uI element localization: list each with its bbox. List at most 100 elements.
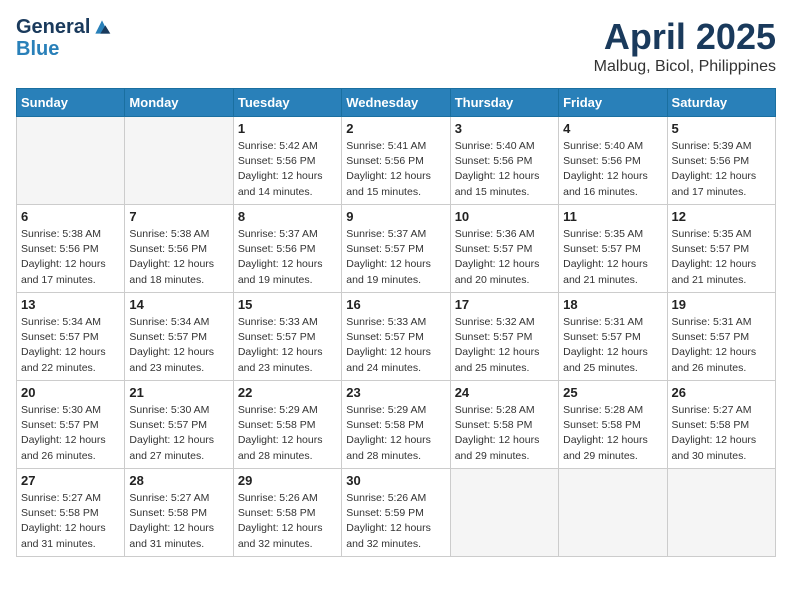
day-number: 11 <box>563 209 662 224</box>
day-detail: Sunrise: 5:38 AMSunset: 5:56 PMDaylight:… <box>129 227 228 288</box>
week-row-1: 1 Sunrise: 5:42 AMSunset: 5:56 PMDaylight… <box>17 117 776 205</box>
logo-icon <box>92 17 112 37</box>
location: Malbug, Bicol, Philippines <box>594 58 776 76</box>
day-detail: Sunrise: 5:29 AMSunset: 5:58 PMDaylight:… <box>346 403 445 464</box>
day-detail: Sunrise: 5:32 AMSunset: 5:57 PMDaylight:… <box>455 315 554 376</box>
day-detail: Sunrise: 5:27 AMSunset: 5:58 PMDaylight:… <box>672 403 771 464</box>
day-number: 30 <box>346 473 445 488</box>
calendar-cell: 1 Sunrise: 5:42 AMSunset: 5:56 PMDaylight… <box>233 117 341 205</box>
day-number: 18 <box>563 297 662 312</box>
calendar-cell: 3Sunrise: 5:40 AMSunset: 5:56 PMDaylight… <box>450 117 558 205</box>
calendar-cell: 27 Sunrise: 5:27 AMSunset: 5:58 PMDayligh… <box>17 469 125 557</box>
week-row-3: 13 Sunrise: 5:34 AMSunset: 5:57 PMDayligh… <box>17 293 776 381</box>
day-detail: Sunrise: 5:28 AMSunset: 5:58 PMDaylight:… <box>563 403 662 464</box>
day-number: 5 <box>672 121 771 136</box>
day-number: 15 <box>238 297 337 312</box>
day-number: 28 <box>129 473 228 488</box>
day-number: 10 <box>455 209 554 224</box>
day-detail: Sunrise: 5:41 AMSunset: 5:56 PMDaylight:… <box>346 139 445 200</box>
day-number: 29 <box>238 473 337 488</box>
calendar-cell: 26 Sunrise: 5:27 AMSunset: 5:58 PMDayligh… <box>667 381 775 469</box>
calendar-cell: 30 Sunrise: 5:26 AMSunset: 5:59 PMDayligh… <box>342 469 450 557</box>
day-detail: Sunrise: 5:37 AMSunset: 5:56 PMDaylight:… <box>238 227 337 288</box>
logo-blue-text: Blue <box>16 38 59 60</box>
calendar-cell <box>450 469 558 557</box>
day-number: 12 <box>672 209 771 224</box>
calendar-cell <box>125 117 233 205</box>
calendar-cell <box>667 469 775 557</box>
day-number: 25 <box>563 385 662 400</box>
day-detail: Sunrise: 5:33 AMSunset: 5:57 PMDaylight:… <box>238 315 337 376</box>
day-number: 27 <box>21 473 120 488</box>
day-detail: Sunrise: 5:38 AMSunset: 5:56 PMDaylight:… <box>21 227 120 288</box>
day-detail: Sunrise: 5:34 AMSunset: 5:57 PMDaylight:… <box>129 315 228 376</box>
day-detail: Sunrise: 5:27 AMSunset: 5:58 PMDaylight:… <box>21 491 120 552</box>
day-number: 21 <box>129 385 228 400</box>
calendar-cell: 4Sunrise: 5:40 AMSunset: 5:56 PMDaylight… <box>559 117 667 205</box>
col-header-wednesday: Wednesday <box>342 89 450 117</box>
day-number: 13 <box>21 297 120 312</box>
day-detail: Sunrise: 5:31 AMSunset: 5:57 PMDaylight:… <box>672 315 771 376</box>
day-detail: Sunrise: 5:26 AMSunset: 5:58 PMDaylight:… <box>238 491 337 552</box>
day-number: 24 <box>455 385 554 400</box>
day-detail: Sunrise: 5:42 AMSunset: 5:56 PMDaylight:… <box>238 139 337 200</box>
calendar-cell: 11 Sunrise: 5:35 AMSunset: 5:57 PMDayligh… <box>559 205 667 293</box>
day-detail: Sunrise: 5:39 AMSunset: 5:56 PMDaylight:… <box>672 139 771 200</box>
day-number: 26 <box>672 385 771 400</box>
day-number: 1 <box>238 121 337 136</box>
calendar-cell: 22Sunrise: 5:29 AMSunset: 5:58 PMDayligh… <box>233 381 341 469</box>
calendar-cell: 12 Sunrise: 5:35 AMSunset: 5:57 PMDayligh… <box>667 205 775 293</box>
calendar-cell: 17 Sunrise: 5:32 AMSunset: 5:57 PMDayligh… <box>450 293 558 381</box>
calendar-cell: 19Sunrise: 5:31 AMSunset: 5:57 PMDayligh… <box>667 293 775 381</box>
calendar-cell: 8 Sunrise: 5:37 AMSunset: 5:56 PMDaylight… <box>233 205 341 293</box>
week-row-4: 20 Sunrise: 5:30 AMSunset: 5:57 PMDayligh… <box>17 381 776 469</box>
day-detail: Sunrise: 5:35 AMSunset: 5:57 PMDaylight:… <box>563 227 662 288</box>
day-detail: Sunrise: 5:30 AMSunset: 5:57 PMDaylight:… <box>21 403 120 464</box>
day-number: 17 <box>455 297 554 312</box>
day-number: 20 <box>21 385 120 400</box>
calendar-cell: 24Sunrise: 5:28 AMSunset: 5:58 PMDayligh… <box>450 381 558 469</box>
day-number: 4 <box>563 121 662 136</box>
day-detail: Sunrise: 5:30 AMSunset: 5:57 PMDaylight:… <box>129 403 228 464</box>
calendar-cell: 23 Sunrise: 5:29 AMSunset: 5:58 PMDayligh… <box>342 381 450 469</box>
logo-text: General <box>16 16 90 38</box>
col-header-saturday: Saturday <box>667 89 775 117</box>
calendar-header-row: SundayMondayTuesdayWednesdayThursdayFrid… <box>17 89 776 117</box>
col-header-thursday: Thursday <box>450 89 558 117</box>
day-detail: Sunrise: 5:35 AMSunset: 5:57 PMDaylight:… <box>672 227 771 288</box>
col-header-monday: Monday <box>125 89 233 117</box>
day-number: 16 <box>346 297 445 312</box>
day-detail: Sunrise: 5:27 AMSunset: 5:58 PMDaylight:… <box>129 491 228 552</box>
calendar-cell: 15 Sunrise: 5:33 AMSunset: 5:57 PMDayligh… <box>233 293 341 381</box>
day-number: 8 <box>238 209 337 224</box>
day-detail: Sunrise: 5:33 AMSunset: 5:57 PMDaylight:… <box>346 315 445 376</box>
col-header-sunday: Sunday <box>17 89 125 117</box>
day-detail: Sunrise: 5:36 AMSunset: 5:57 PMDaylight:… <box>455 227 554 288</box>
title-area: April 2025 Malbug, Bicol, Philippines <box>594 16 776 76</box>
week-row-5: 27 Sunrise: 5:27 AMSunset: 5:58 PMDayligh… <box>17 469 776 557</box>
calendar-cell: 2 Sunrise: 5:41 AMSunset: 5:56 PMDaylight… <box>342 117 450 205</box>
calendar-cell <box>559 469 667 557</box>
day-detail: Sunrise: 5:29 AMSunset: 5:58 PMDaylight:… <box>238 403 337 464</box>
day-detail: Sunrise: 5:31 AMSunset: 5:57 PMDaylight:… <box>563 315 662 376</box>
day-number: 23 <box>346 385 445 400</box>
day-detail: Sunrise: 5:34 AMSunset: 5:57 PMDaylight:… <box>21 315 120 376</box>
calendar-cell: 13 Sunrise: 5:34 AMSunset: 5:57 PMDayligh… <box>17 293 125 381</box>
page-header: General Blue April 2025 Malbug, Bicol, P… <box>16 16 776 76</box>
week-row-2: 6 Sunrise: 5:38 AMSunset: 5:56 PMDaylight… <box>17 205 776 293</box>
month-title: April 2025 <box>594 16 776 58</box>
calendar-cell: 20 Sunrise: 5:30 AMSunset: 5:57 PMDayligh… <box>17 381 125 469</box>
calendar-cell: 29 Sunrise: 5:26 AMSunset: 5:58 PMDayligh… <box>233 469 341 557</box>
day-number: 6 <box>21 209 120 224</box>
calendar-cell: 21 Sunrise: 5:30 AMSunset: 5:57 PMDayligh… <box>125 381 233 469</box>
calendar-cell: 25 Sunrise: 5:28 AMSunset: 5:58 PMDayligh… <box>559 381 667 469</box>
calendar-cell: 6 Sunrise: 5:38 AMSunset: 5:56 PMDaylight… <box>17 205 125 293</box>
day-detail: Sunrise: 5:26 AMSunset: 5:59 PMDaylight:… <box>346 491 445 552</box>
day-detail: Sunrise: 5:37 AMSunset: 5:57 PMDaylight:… <box>346 227 445 288</box>
calendar-cell: 28 Sunrise: 5:27 AMSunset: 5:58 PMDayligh… <box>125 469 233 557</box>
day-detail: Sunrise: 5:40 AMSunset: 5:56 PMDaylight:… <box>455 139 554 200</box>
calendar-cell: 14 Sunrise: 5:34 AMSunset: 5:57 PMDayligh… <box>125 293 233 381</box>
day-number: 2 <box>346 121 445 136</box>
calendar-cell: 18 Sunrise: 5:31 AMSunset: 5:57 PMDayligh… <box>559 293 667 381</box>
day-number: 14 <box>129 297 228 312</box>
